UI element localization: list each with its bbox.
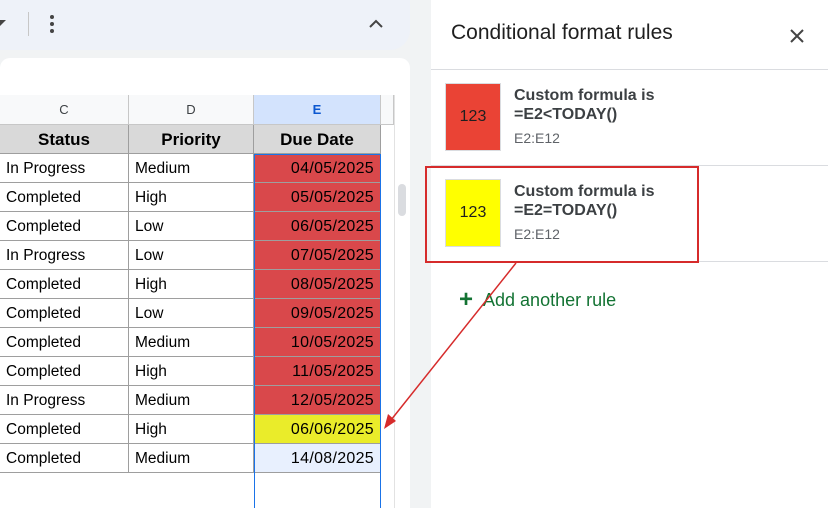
cell-priority[interactable]: High — [129, 415, 254, 444]
cell-priority[interactable]: Low — [129, 299, 254, 328]
cell-status[interactable]: In Progress — [0, 241, 129, 270]
spreadsheet-grid: C D E Status Priority Due Date In Progre… — [0, 58, 410, 508]
scrollbar-track[interactable] — [394, 95, 410, 508]
cell-due[interactable]: 10/05/2025 — [254, 328, 381, 357]
cell-priority[interactable]: High — [129, 270, 254, 299]
cell-priority[interactable]: Medium — [129, 328, 254, 357]
rule-range: E2:E12 — [514, 130, 560, 146]
rule-formula: =E2=TODAY() — [514, 202, 618, 219]
app-window: C D E Status Priority Due Date In Progre… — [0, 0, 828, 508]
column-header-f[interactable] — [381, 95, 394, 125]
sheet-toolbar — [0, 0, 410, 50]
cell-status[interactable]: Completed — [0, 415, 129, 444]
cell-due[interactable]: 04/05/2025 — [254, 154, 381, 183]
cell-status[interactable]: In Progress — [0, 154, 129, 183]
column-header-e[interactable]: E — [254, 95, 381, 125]
rule-preview-swatch: 123 — [445, 179, 501, 247]
header-due-date[interactable]: Due Date — [254, 125, 381, 154]
cell-status[interactable]: Completed — [0, 270, 129, 299]
kebab-icon[interactable] — [44, 12, 60, 36]
header-priority[interactable]: Priority — [129, 125, 254, 154]
rule-formula: =E2<TODAY() — [514, 106, 618, 123]
cell-status[interactable]: Completed — [0, 183, 129, 212]
column-header-c[interactable]: C — [0, 95, 129, 125]
cell-due[interactable]: 07/05/2025 — [254, 241, 381, 270]
cell-priority[interactable]: Medium — [129, 386, 254, 415]
conditional-format-panel: Conditional format rules 123 Custom form… — [431, 0, 828, 508]
cell-priority[interactable]: High — [129, 357, 254, 386]
column-header-d[interactable]: D — [129, 95, 254, 125]
cell-priority[interactable]: High — [129, 183, 254, 212]
cell-status[interactable]: Completed — [0, 444, 129, 473]
cell-due[interactable]: 12/05/2025 — [254, 386, 381, 415]
rule-divider — [431, 261, 828, 262]
cell-priority[interactable]: Low — [129, 212, 254, 241]
cell-priority[interactable]: Medium — [129, 444, 254, 473]
chevron-up-icon[interactable] — [364, 12, 388, 36]
rule-preview-swatch: 123 — [445, 83, 501, 151]
cell-due[interactable]: 08/05/2025 — [254, 270, 381, 299]
cell-priority[interactable]: Medium — [129, 154, 254, 183]
cell-due[interactable]: 14/08/2025 — [254, 444, 381, 473]
cell-status[interactable]: Completed — [0, 328, 129, 357]
cell-status[interactable]: Completed — [0, 212, 129, 241]
cell-due[interactable]: 05/05/2025 — [254, 183, 381, 212]
cell-status[interactable]: In Progress — [0, 386, 129, 415]
rule-range: E2:E12 — [514, 226, 560, 242]
rule-item[interactable]: 123 Custom formula is =E2=TODAY() E2:E12 — [431, 165, 828, 261]
rule-condition: Custom formula is — [514, 87, 655, 104]
close-icon[interactable] — [785, 24, 809, 48]
panel-title: Conditional format rules — [451, 21, 673, 44]
cell-due[interactable]: 09/05/2025 — [254, 299, 381, 328]
cell-due[interactable]: 06/05/2025 — [254, 212, 381, 241]
add-rule-label: Add another rule — [483, 289, 617, 310]
cell-due[interactable]: 06/06/2025 — [254, 415, 381, 444]
toolbar-divider — [28, 12, 29, 36]
plus-icon: + — [459, 286, 474, 313]
rule-condition: Custom formula is — [514, 183, 655, 200]
scrollbar-thumb[interactable] — [398, 184, 406, 216]
cell-status[interactable]: Completed — [0, 357, 129, 386]
cell-status[interactable]: Completed — [0, 299, 129, 328]
add-rule-button[interactable]: + Add another rule — [459, 287, 616, 313]
cell-priority[interactable]: Low — [129, 241, 254, 270]
dropdown-caret-icon[interactable] — [0, 20, 6, 26]
rule-item[interactable]: 123 Custom formula is =E2<TODAY() E2:E12 — [431, 69, 828, 165]
cell-due[interactable]: 11/05/2025 — [254, 357, 381, 386]
header-status[interactable]: Status — [0, 125, 129, 154]
